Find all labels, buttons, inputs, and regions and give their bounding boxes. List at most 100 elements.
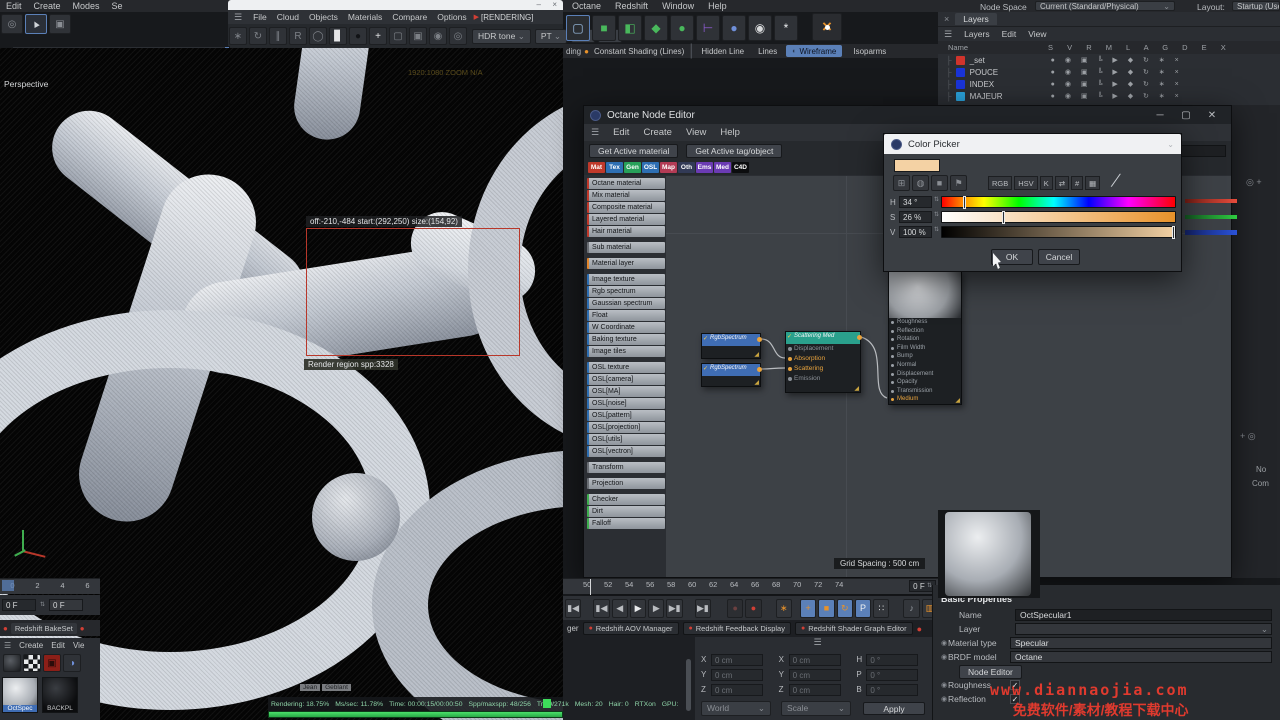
shading-hidden-line[interactable]: Hidden Line	[693, 47, 752, 56]
transport-button[interactable]: ∗	[776, 599, 792, 618]
menu-item[interactable]: Window	[655, 1, 701, 11]
render-camera-icon[interactable]: ▣	[43, 654, 61, 672]
node-type-item[interactable]: Projection	[587, 478, 665, 489]
rotation-field[interactable]: 0 °	[866, 669, 918, 681]
toolbar-icon[interactable]: ▣	[409, 27, 427, 45]
transport-button[interactable]: P	[855, 599, 871, 618]
node-type-item[interactable]: Baking texture	[587, 334, 665, 345]
node-type-item[interactable]: Checker	[587, 494, 665, 505]
redshift-icon[interactable]: ●	[0, 624, 11, 633]
node-editor-titlebar[interactable]: Octane Node Editor ─ ▢ ✕	[584, 106, 1231, 124]
menu-item[interactable]: Edit	[606, 127, 636, 138]
node-type-item[interactable]: Gaussian spectrum	[587, 298, 665, 309]
output-port[interactable]	[857, 335, 862, 340]
toolbar-icon[interactable]: ▢	[566, 15, 590, 41]
layer-color-swatch[interactable]	[956, 92, 965, 101]
toolbar-icon[interactable]: ●	[349, 27, 367, 45]
sphere-preview-icon[interactable]	[3, 654, 21, 672]
get-active-material-button[interactable]: Get Active material	[589, 144, 678, 158]
brdf-dropdown[interactable]: Octane	[1010, 651, 1272, 663]
transport-button[interactable]: ●	[727, 599, 743, 618]
menu-item[interactable]: Modes	[67, 1, 106, 11]
stepper-icon[interactable]: ⇅	[934, 228, 939, 233]
input-port[interactable]: Absorption	[786, 354, 860, 364]
node-rgbspectrum-1[interactable]: ✓RgbSpectrum ◢	[701, 333, 761, 359]
picker-tool-icon[interactable]: ■	[931, 175, 948, 191]
layer-row[interactable]: ├ INDEX ● ◉ ▣ ╚ ▶ ◆ ↻ ∗ ×	[938, 78, 1280, 90]
layer-color-swatch[interactable]	[956, 68, 965, 77]
camera-label[interactable]: Perspective	[4, 79, 48, 89]
category-tab[interactable]: Med	[714, 162, 731, 173]
input-port[interactable]: Emission	[786, 374, 860, 384]
input-port[interactable]: Displacement	[786, 344, 860, 354]
live-viewer-titlebar[interactable]: – ×	[228, 0, 563, 10]
input-port[interactable]: Transmission	[889, 387, 961, 396]
hamburger-icon[interactable]: ☰	[695, 637, 940, 650]
scale-field[interactable]: 0 cm	[789, 654, 841, 666]
transport-button[interactable]: ▶▮	[695, 599, 711, 618]
saturation-slider[interactable]	[941, 211, 1176, 223]
mode-button[interactable]: #	[1071, 176, 1083, 190]
scale-field[interactable]: 0 cm	[789, 684, 841, 696]
picker-tool-icon[interactable]: ⚑	[950, 175, 967, 191]
input-port[interactable]: Film Width	[889, 344, 961, 353]
node-type-item[interactable]: Mix material	[587, 190, 665, 201]
input-port[interactable]: Rotation	[889, 335, 961, 344]
node-space-dropdown[interactable]: Current (Standard/Physical) ⌄	[1035, 1, 1175, 11]
layer-color-swatch[interactable]	[956, 56, 965, 65]
node-type-item[interactable]: Dirt	[587, 506, 665, 517]
tab-layers[interactable]: Layers	[955, 13, 997, 25]
category-tab[interactable]: C4D	[732, 162, 749, 173]
cancel-button[interactable]: Cancel	[1038, 249, 1080, 265]
menu-item[interactable]: Layers	[958, 29, 996, 39]
shading-isoparms[interactable]: Isoparms	[845, 47, 894, 56]
layer-toggle-icons[interactable]: ● ◉ ▣ ╚ ▶ ◆ ↻ ∗ ×	[1051, 80, 1183, 88]
input-port[interactable]: Scattering	[786, 364, 860, 374]
transport-button[interactable]: ◀	[612, 599, 628, 618]
close-icon[interactable]: ×	[552, 0, 557, 9]
menu-item[interactable]: Cloud	[272, 12, 304, 22]
menu-item[interactable]: View	[679, 127, 713, 138]
menu-item[interactable]: View	[1022, 29, 1052, 39]
maximize-button[interactable]: ▢	[1173, 110, 1199, 121]
menu-item[interactable]: Create	[28, 1, 67, 11]
menu-item[interactable]: Octane	[565, 1, 608, 11]
mode-button[interactable]: ⇄	[1055, 176, 1069, 190]
transport-button[interactable]: ▮◀	[593, 599, 609, 618]
menu-item[interactable]: Options	[432, 12, 471, 22]
layer-row[interactable]: ├ POUCE ● ◉ ▣ ╚ ▶ ◆ ↻ ∗ ×	[938, 66, 1280, 78]
resize-handle[interactable]: ◢	[955, 397, 960, 404]
close-icon[interactable]: ×	[938, 14, 955, 24]
node-rgbspectrum-2[interactable]: ✓RgbSpectrum ◢	[701, 363, 761, 387]
coord-system-dropdown[interactable]: World ⌄	[701, 701, 771, 716]
category-tab[interactable]: Gen	[624, 162, 641, 173]
key-dot-icon[interactable]: ◉	[941, 695, 948, 703]
toolbar-icon[interactable]: +	[369, 27, 387, 45]
input-port[interactable]: Reflection	[889, 327, 961, 336]
transport-button[interactable]: ●	[745, 599, 761, 618]
output-port[interactable]	[757, 367, 762, 372]
frame-start-field[interactable]: 0 F	[2, 599, 36, 611]
picker-tool-icon[interactable]: ◍	[912, 175, 929, 191]
transport-button[interactable]: ↻	[837, 599, 853, 618]
octane-logo-icon[interactable]: ×	[812, 13, 842, 41]
toolbar-icon[interactable]: ∥	[269, 27, 287, 45]
timeline-ruler[interactable]: 50525456586062646668707274 0 F ⇅	[563, 578, 940, 594]
transport-button[interactable]: ∷	[873, 599, 889, 618]
apply-button[interactable]: Apply	[863, 702, 925, 715]
input-port[interactable]: Displacement	[889, 370, 961, 379]
position-field[interactable]: 0 cm	[711, 654, 763, 666]
node-type-item[interactable]: Material layer	[587, 258, 665, 269]
material-type-dropdown[interactable]: Specular	[1010, 637, 1272, 649]
node-type-item[interactable]: Layered material	[587, 214, 665, 225]
menu-item[interactable]: Edit	[47, 641, 69, 650]
input-port[interactable]: Normal	[889, 361, 961, 370]
hue-value[interactable]: 34 °	[899, 196, 932, 208]
toolbar-icon[interactable]: ◉	[429, 27, 447, 45]
menu-item[interactable]: Materials	[343, 12, 387, 22]
transport-button[interactable]: ♪	[903, 599, 919, 618]
magnifier-icon[interactable]: ◎	[1, 14, 23, 34]
range-handle[interactable]	[2, 580, 14, 591]
toolbar-icon[interactable]: ⊢	[696, 15, 720, 41]
node-scattering-medium[interactable]: ✓Scattering Med DisplacementAbsorptionSc…	[785, 331, 861, 393]
